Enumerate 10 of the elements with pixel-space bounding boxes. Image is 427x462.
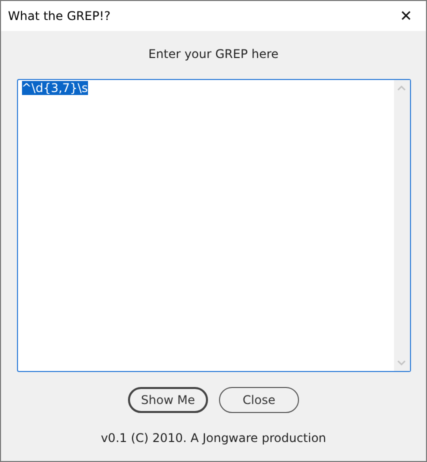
dialog-button[interactable]: Show Me [128, 387, 208, 413]
dialog-button[interactable]: Close [219, 387, 299, 413]
prompt-label: Enter your GREP here [148, 46, 279, 62]
footer-text: v0.1 (C) 2010. A Jongware production [100, 431, 326, 445]
scroll-down-icon[interactable] [397, 360, 406, 366]
grep-text: ^\d{3,7}\s [22, 81, 88, 95]
grep-input-field[interactable]: ^\d{3,7}\s [16, 79, 410, 372]
scroll-up-icon[interactable] [397, 85, 406, 91]
scrollbar[interactable] [394, 80, 410, 371]
window-title: What the GREP!? [8, 9, 110, 23]
